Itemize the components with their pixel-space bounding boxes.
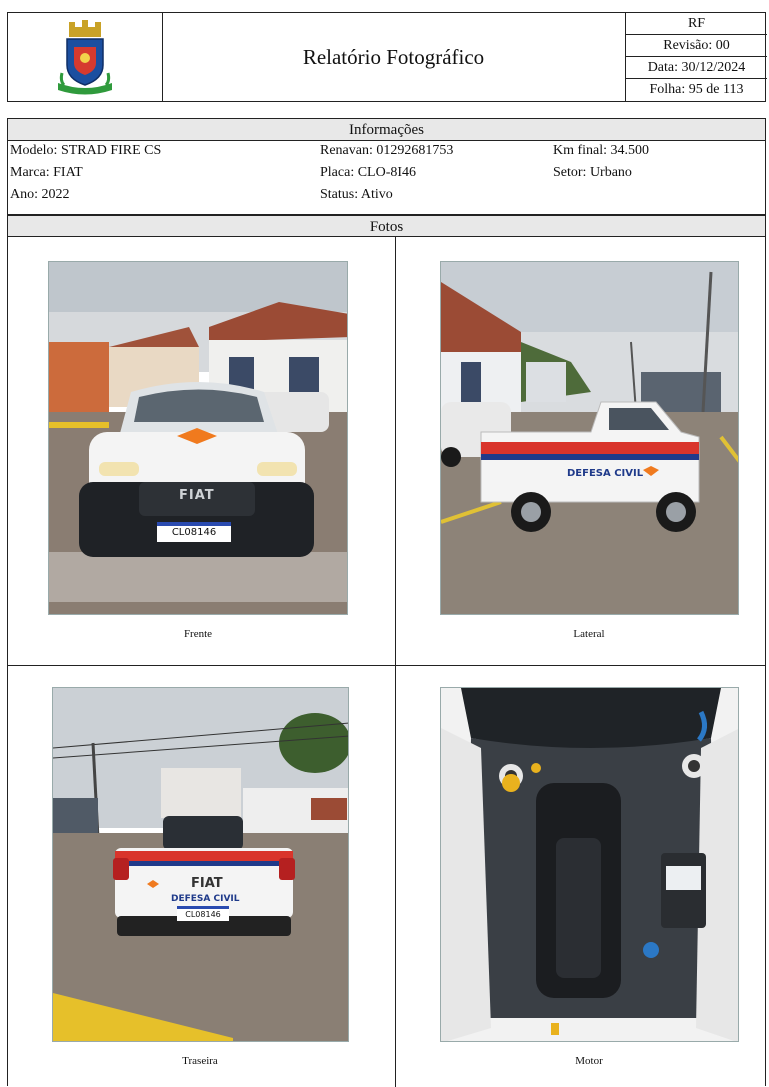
photo-front: FIAT CL08146 (48, 261, 348, 615)
sheet-label: Folha: 95 de 113 (649, 82, 744, 97)
caption-front: Frente (183, 628, 213, 640)
date-label: Data: 30/12/2024 (626, 57, 767, 79)
modelo-field: Modelo: STRAD FIRE CS (10, 143, 162, 158)
revision-label: Revisão: 00 (626, 35, 767, 57)
rear-defesa-civil-decal: DEFESA CIVIL (171, 894, 240, 904)
setor-field: Setor: Urbano (553, 165, 632, 180)
document-code: RF (626, 13, 767, 35)
report-title: Relatório Fotográfico (162, 13, 626, 101)
photos-section: Fotos FIAT CL08146 Frente DEFESA CIVIL L… (7, 214, 766, 1087)
photo-side: DEFESA CIVIL (440, 261, 739, 615)
photo-grid-horizontal-divider (8, 665, 765, 666)
marca-field: Marca: FIAT (10, 165, 83, 180)
rear-brand-badge: FIAT (191, 876, 223, 891)
photo-rear: FIAT DEFESA CIVIL CL08146 (52, 687, 349, 1042)
status-field: Status: Ativo (320, 187, 393, 202)
side-defesa-civil-decal: DEFESA CIVIL (567, 468, 644, 479)
photos-section-title: Fotos (8, 215, 765, 237)
renavan-field: Renavan: 01292681753 (320, 143, 454, 158)
logo-cell (8, 13, 163, 101)
caption-engine: Motor (575, 1055, 603, 1067)
front-brand-badge: FIAT (179, 488, 215, 503)
ano-field: Ano: 2022 (10, 187, 70, 202)
info-section-title: Informações (8, 119, 765, 141)
caption-side: Lateral (573, 628, 605, 640)
municipal-coat-of-arms-icon (58, 20, 112, 95)
km-final-field: Km final: 34.500 (553, 143, 650, 158)
front-license-plate: CL08146 (157, 522, 231, 542)
caption-rear: Traseira (182, 1055, 218, 1067)
document-header: Relatório Fotográfico RF Revisão: 00 Dat… (7, 12, 767, 102)
photo-engine (440, 687, 739, 1042)
photo-grid-vertical-divider (395, 237, 396, 1087)
document-meta: RF Revisão: 00 Data: 30/12/2024 Folha: 9… (626, 13, 767, 101)
rear-license-plate: CL08146 (177, 906, 229, 921)
info-section: Informações Modelo: STRAD FIRE CS Marca:… (7, 118, 766, 214)
placa-field: Placa: CLO-8I46 (320, 165, 417, 180)
